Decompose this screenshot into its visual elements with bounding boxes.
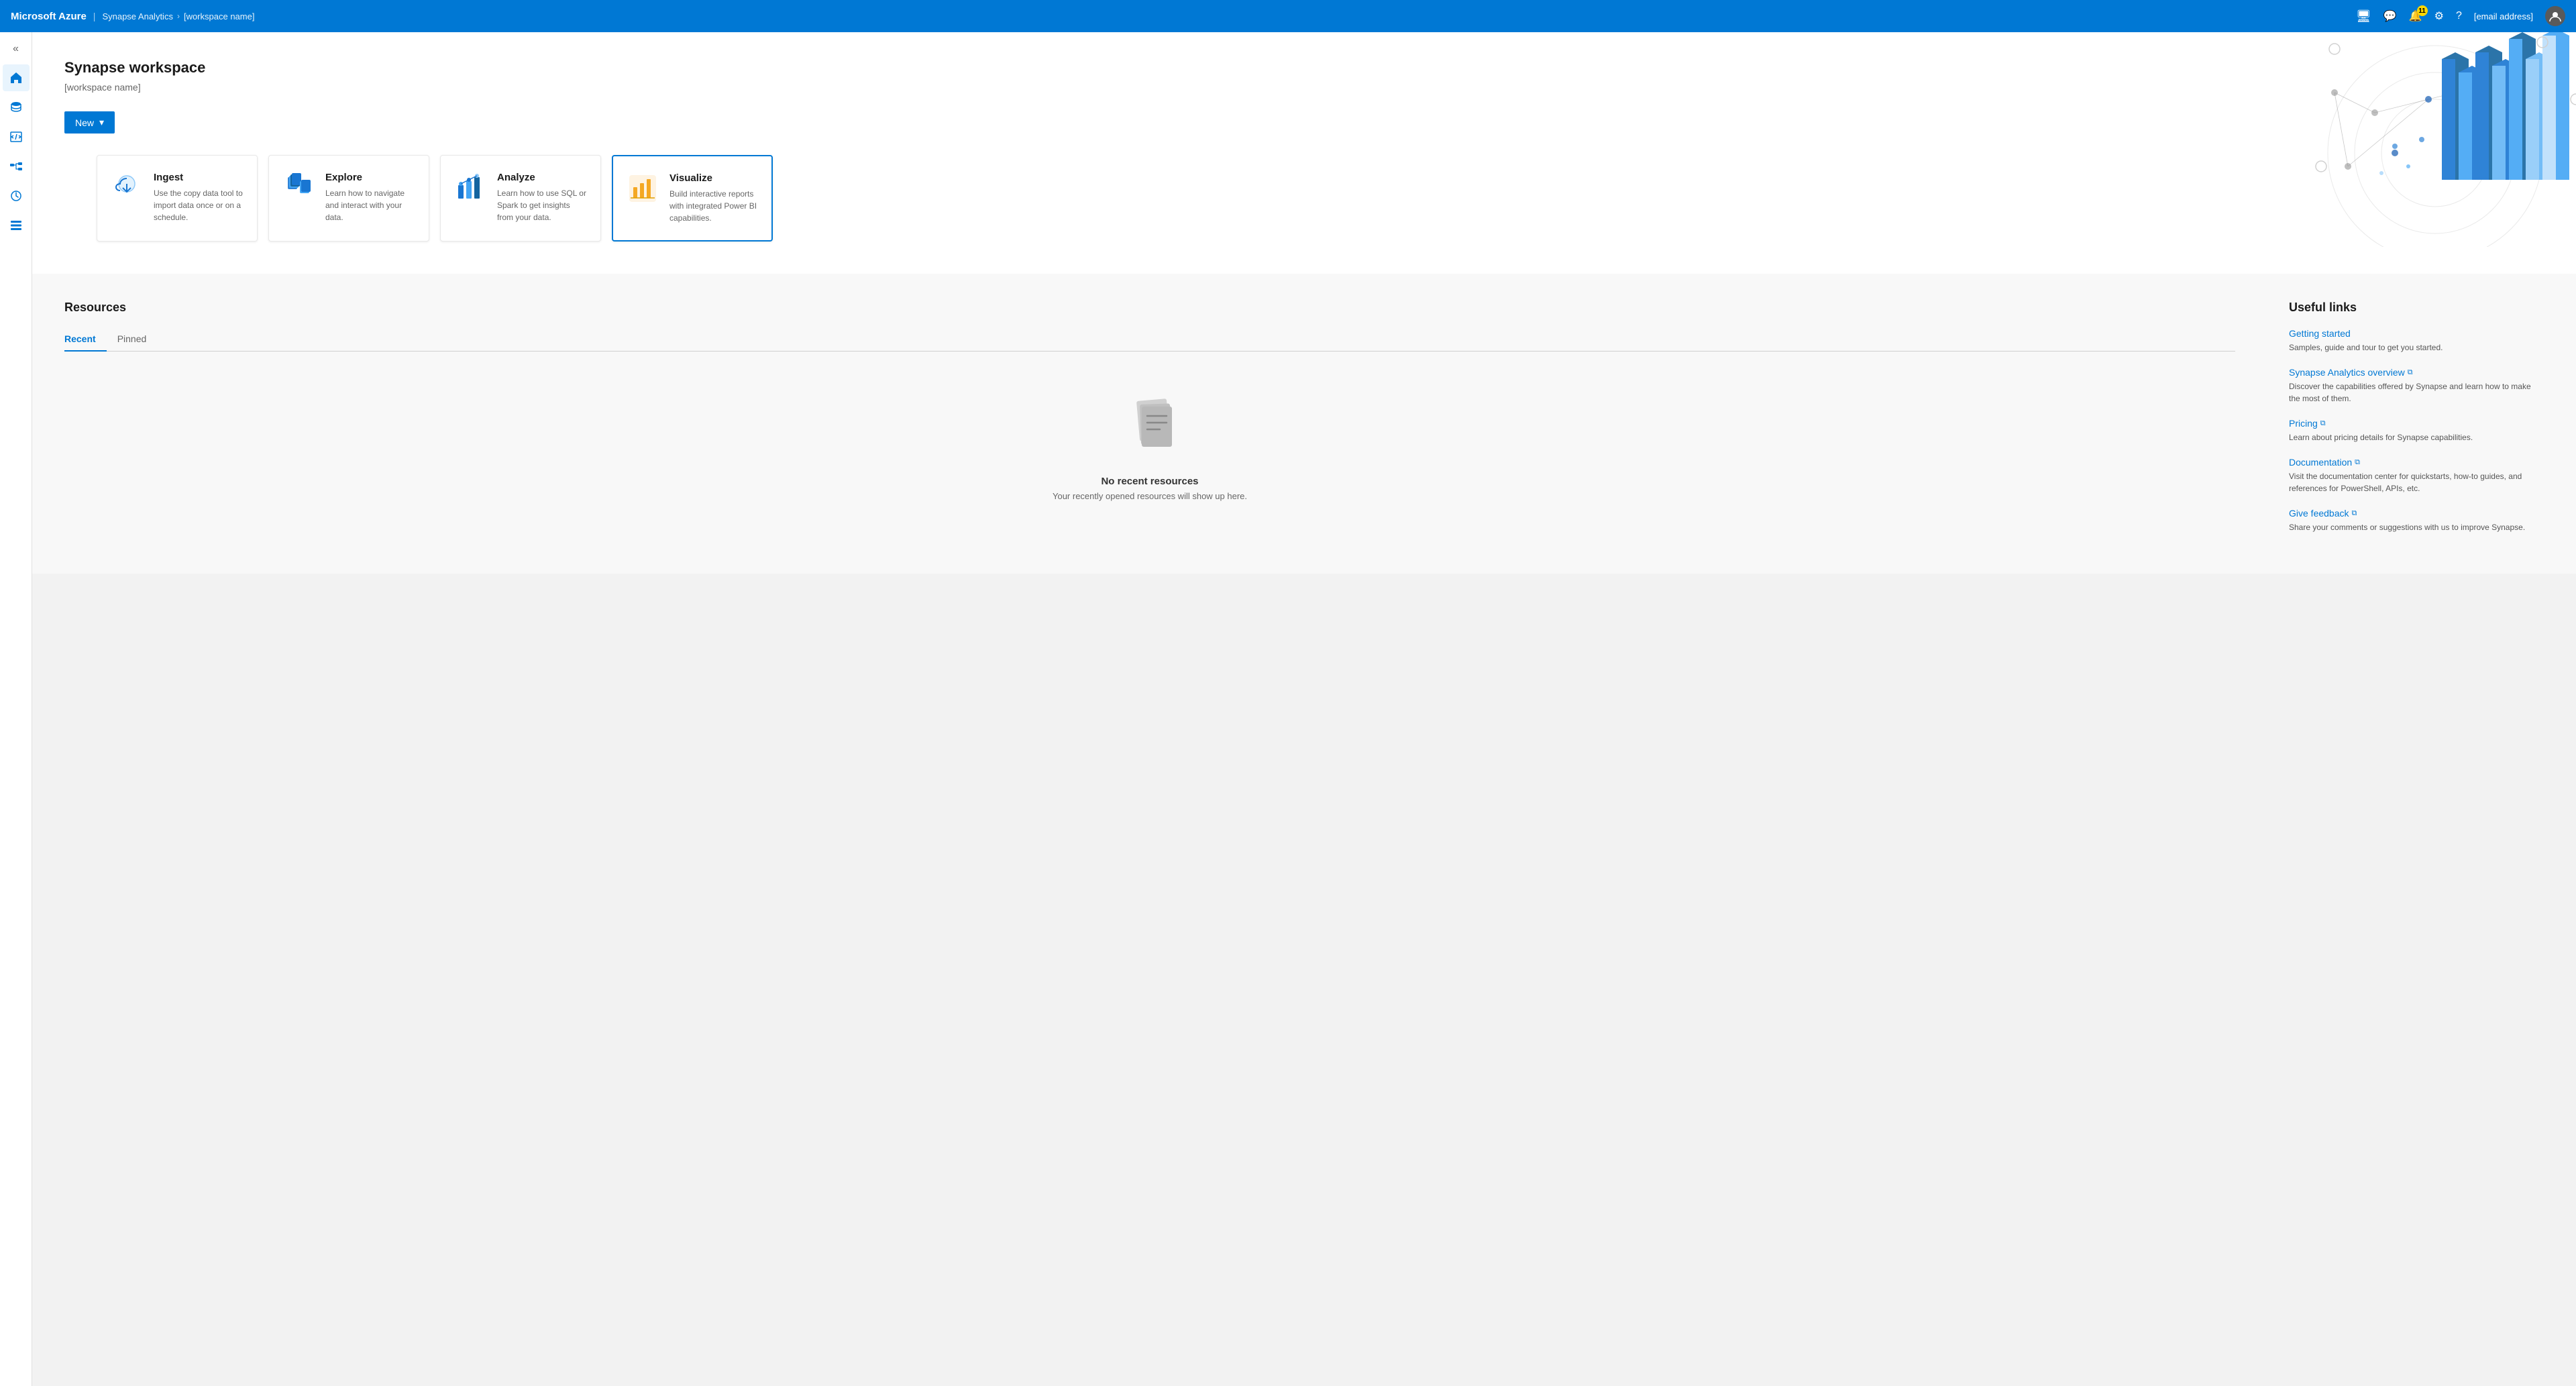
sidebar-item-develop[interactable] <box>3 123 30 150</box>
settings-icon[interactable]: ⚙ <box>2434 9 2444 23</box>
sidebar-toggle[interactable]: « <box>7 38 24 60</box>
breadcrumb-workspace[interactable]: [workspace name] <box>184 11 255 21</box>
link-getting-started: Getting started Samples, guide and tour … <box>2289 328 2544 354</box>
analyze-card[interactable]: Analyze Learn how to use SQL or Spark to… <box>440 155 601 242</box>
tab-recent[interactable]: Recent <box>64 328 107 351</box>
visualize-card-title: Visualize <box>669 172 758 184</box>
ingest-card-desc: Use the copy data tool to import data on… <box>154 187 244 223</box>
cloud-shell-icon[interactable]: 🖥 <box>2356 9 2371 23</box>
sidebar-item-data[interactable] <box>3 94 30 121</box>
sidebar-item-monitor[interactable] <box>3 182 30 209</box>
sidebar-item-manage[interactable] <box>3 212 30 239</box>
explore-icon <box>282 172 315 204</box>
pricing-desc: Learn about pricing details for Synapse … <box>2289 431 2544 443</box>
hero-title: Synapse workspace <box>64 59 2544 76</box>
analyze-icon <box>454 172 486 204</box>
link-pricing: Pricing ⧉ Learn about pricing details fo… <box>2289 418 2544 443</box>
nav-separator: | <box>93 11 96 21</box>
hero-subtitle: [workspace name] <box>64 82 2544 93</box>
user-avatar[interactable] <box>2545 6 2565 26</box>
external-link-icon-4: ⧉ <box>2352 509 2357 518</box>
feedback-icon[interactable]: 💬 <box>2383 9 2397 23</box>
useful-links-section: Useful links Getting started Samples, gu… <box>2289 301 2544 547</box>
empty-state: No recent resources Your recently opened… <box>64 368 2235 528</box>
new-button[interactable]: New ▾ <box>64 111 115 134</box>
analyze-card-text: Analyze Learn how to use SQL or Spark to… <box>497 172 587 223</box>
notification-bell-icon[interactable]: 🔔 11 <box>2409 9 2422 23</box>
sidebar-item-home[interactable] <box>3 64 30 91</box>
visualize-card-text: Visualize Build interactive reports with… <box>669 172 758 224</box>
pricing-link[interactable]: Pricing ⧉ <box>2289 418 2544 429</box>
breadcrumb: Synapse Analytics › [workspace name] <box>102 11 254 21</box>
tab-pinned[interactable]: Pinned <box>117 328 158 351</box>
give-feedback-desc: Share your comments or suggestions with … <box>2289 521 2544 533</box>
link-give-feedback: Give feedback ⧉ Share your comments or s… <box>2289 508 2544 533</box>
visualize-card-desc: Build interactive reports with integrate… <box>669 188 758 224</box>
top-nav-right: 🖥 💬 🔔 11 ⚙ ? [email address] <box>2356 6 2565 26</box>
explore-card-text: Explore Learn how to navigate and intera… <box>325 172 415 223</box>
empty-title: No recent resources <box>64 476 2235 487</box>
getting-started-desc: Samples, guide and tour to get you start… <box>2289 341 2544 354</box>
ingest-card-title: Ingest <box>154 172 244 183</box>
synapse-overview-link[interactable]: Synapse Analytics overview ⧉ <box>2289 367 2544 378</box>
give-feedback-link[interactable]: Give feedback ⧉ <box>2289 508 2544 519</box>
top-navigation: Microsoft Azure | Synapse Analytics › [w… <box>0 0 2576 32</box>
link-synapse-overview: Synapse Analytics overview ⧉ Discover th… <box>2289 367 2544 405</box>
sidebar: « <box>0 32 32 1386</box>
link-documentation: Documentation ⧉ Visit the documentation … <box>2289 457 2544 494</box>
explore-card[interactable]: Explore Learn how to navigate and intera… <box>268 155 429 242</box>
resources-tabs: Recent Pinned <box>64 328 2235 352</box>
sidebar-item-integrate[interactable] <box>3 153 30 180</box>
brand-logo[interactable]: Microsoft Azure <box>11 11 87 22</box>
ingest-icon <box>111 172 143 204</box>
notification-badge: 11 <box>2417 5 2428 16</box>
getting-started-link[interactable]: Getting started <box>2289 328 2544 339</box>
help-icon[interactable]: ? <box>2456 10 2462 22</box>
explore-card-title: Explore <box>325 172 415 183</box>
breadcrumb-synapse[interactable]: Synapse Analytics <box>102 11 173 21</box>
empty-documents-icon <box>64 394 2235 465</box>
action-cards: Ingest Use the copy data tool to import … <box>64 155 2544 242</box>
main-content: Synapse workspace [workspace name] New ▾ <box>32 32 2576 1386</box>
documentation-desc: Visit the documentation center for quick… <box>2289 470 2544 494</box>
ingest-card-text: Ingest Use the copy data tool to import … <box>154 172 244 223</box>
user-email[interactable]: [email address] <box>2474 11 2533 21</box>
resources-title: Resources <box>64 301 2235 315</box>
documentation-link[interactable]: Documentation ⧉ <box>2289 457 2544 468</box>
analyze-card-title: Analyze <box>497 172 587 183</box>
useful-links-title: Useful links <box>2289 301 2544 315</box>
explore-card-desc: Learn how to navigate and interact with … <box>325 187 415 223</box>
visualize-icon <box>627 172 659 205</box>
analyze-card-desc: Learn how to use SQL or Spark to get ins… <box>497 187 587 223</box>
ingest-card[interactable]: Ingest Use the copy data tool to import … <box>97 155 258 242</box>
external-link-icon: ⧉ <box>2408 368 2413 377</box>
hero-section: Synapse workspace [workspace name] New ▾ <box>32 32 2576 274</box>
visualize-card[interactable]: Visualize Build interactive reports with… <box>612 155 773 242</box>
empty-desc: Your recently opened resources will show… <box>64 491 2235 501</box>
external-link-icon-2: ⧉ <box>2320 419 2326 428</box>
breadcrumb-arrow: › <box>177 11 180 21</box>
synapse-overview-desc: Discover the capabilities offered by Syn… <box>2289 380 2544 405</box>
external-link-icon-3: ⧉ <box>2355 458 2360 467</box>
resources-left: Resources Recent Pinned No recent r <box>64 301 2235 547</box>
resources-section: Resources Recent Pinned No recent r <box>32 274 2576 574</box>
